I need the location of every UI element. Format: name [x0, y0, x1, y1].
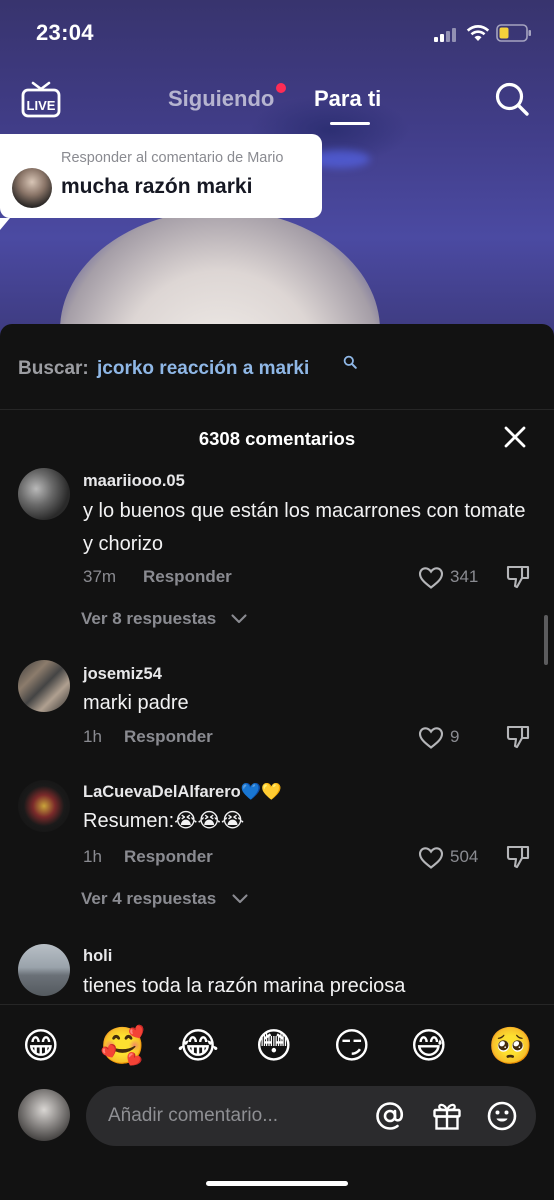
notification-dot: [276, 83, 287, 93]
comment-username[interactable]: josemiz54: [83, 665, 162, 684]
comment-text: Resumen:😭😭😭: [83, 810, 245, 832]
comment-username[interactable]: maariiooo.05: [83, 472, 185, 491]
like-count: 341: [450, 567, 479, 586]
emoji-button[interactable]: 😅: [410, 1023, 448, 1071]
avatar[interactable]: [18, 780, 70, 832]
reply-button[interactable]: Responder: [124, 847, 213, 867]
comment-text: y lo buenos que están los macarrones con…: [83, 500, 526, 555]
tab-for-you[interactable]: Para ti: [314, 86, 381, 112]
emoji-button[interactable]: 😂: [177, 1023, 219, 1071]
comment-input-placeholder: Añadir comentario...: [108, 1105, 279, 1126]
close-icon[interactable]: [502, 424, 528, 450]
like-count: 504: [450, 847, 479, 866]
scrollbar[interactable]: [544, 615, 548, 665]
at-mention-icon[interactable]: [374, 1100, 406, 1132]
comment-list[interactable]: maariiooo.05 y lo buenos que están los m…: [0, 464, 554, 1004]
avatar[interactable]: [18, 468, 70, 520]
emoji-button[interactable]: 🥺: [488, 1023, 533, 1071]
live-label: LIVE: [27, 98, 56, 113]
battery-icon: [496, 24, 531, 42]
search-icon: [343, 355, 357, 369]
home-indicator: [206, 1181, 348, 1186]
avatar: [12, 168, 52, 208]
view-replies-label: Ver 8 respuestas: [81, 609, 217, 628]
signal-icon: [434, 26, 460, 42]
reply-caption: Responder al comentario de Mario: [61, 150, 284, 166]
comment-item: LaCuevaDelAlfarero💙💛 Resumen:😭😭😭 1h Resp…: [0, 778, 554, 928]
comment-input[interactable]: Añadir comentario...: [86, 1086, 536, 1146]
tab-following[interactable]: Siguiendo: [168, 83, 287, 112]
avatar[interactable]: [18, 944, 70, 996]
top-nav: LIVE Siguiendo Para ti: [0, 74, 554, 130]
search-prefix: Buscar:: [18, 358, 89, 379]
emoji-button[interactable]: 😳: [255, 1023, 293, 1071]
reply-text: mucha razón marki: [61, 175, 253, 198]
emoji-picker-icon[interactable]: [486, 1100, 518, 1132]
view-replies-button[interactable]: Ver 8 respuestas: [81, 609, 216, 629]
reply-button[interactable]: Responder: [143, 567, 232, 587]
emoji-quick-bar: 😁 🥰 😂 😳 😏 😅 🥺: [0, 1023, 554, 1071]
avatar[interactable]: [18, 660, 70, 712]
dislike-icon[interactable]: [505, 844, 531, 870]
tab-for-you-label: Para ti: [314, 86, 382, 111]
status-bar: 23:04: [0, 0, 554, 66]
comment-text: marki padre: [83, 692, 189, 714]
wifi-icon: [466, 25, 490, 41]
gift-icon[interactable]: [431, 1100, 463, 1132]
tab-following-label: Siguiendo: [168, 86, 275, 111]
comment-item: josemiz54 marki padre 1h Responder 9: [0, 660, 554, 760]
reply-context-bubble[interactable]: Responder al comentario de Mario mucha r…: [0, 134, 322, 230]
dislike-icon[interactable]: [505, 724, 531, 750]
heart-icon[interactable]: [418, 726, 444, 750]
chevron-down-icon: [232, 894, 248, 904]
status-time: 23:04: [36, 20, 94, 45]
view-replies-label: Ver 4 respuestas: [81, 889, 217, 908]
search-icon[interactable]: [493, 80, 531, 118]
comment-username[interactable]: holi: [83, 947, 112, 966]
chevron-down-icon: [231, 614, 247, 624]
view-replies-button[interactable]: Ver 4 respuestas: [81, 889, 216, 909]
emoji-button[interactable]: 😏: [333, 1023, 371, 1071]
comment-text: tienes toda la razón marina preciosa: [83, 975, 406, 997]
comment-item: maariiooo.05 y lo buenos que están los m…: [0, 464, 554, 639]
comment-username[interactable]: LaCuevaDelAlfarero💙💛: [83, 783, 282, 802]
comment-composer: 😁 🥰 😂 😳 😏 😅 🥺 Añadir comentario...: [0, 1004, 554, 1200]
video-person: [60, 210, 380, 340]
live-icon[interactable]: LIVE: [20, 79, 62, 119]
related-search[interactable]: Buscar: jcorko reacción a marki: [0, 324, 554, 410]
comment-time: 37m: [83, 567, 117, 586]
comment-time: 1h: [83, 727, 102, 746]
comment-item: holi tienes toda la razón marina precios…: [0, 942, 554, 1004]
reply-button[interactable]: Responder: [124, 727, 213, 747]
dislike-icon[interactable]: [505, 564, 531, 590]
comment-count: 6308 comentarios: [198, 428, 356, 449]
active-tab-indicator: [330, 122, 370, 125]
search-query-link[interactable]: jcorko reacción a marki: [97, 358, 309, 380]
avatar: [18, 1089, 70, 1141]
heart-icon[interactable]: [418, 846, 444, 870]
comments-header: 6308 comentarios: [0, 410, 554, 464]
heart-icon[interactable]: [418, 566, 444, 590]
emoji-button[interactable]: 🥰: [100, 1023, 145, 1071]
emoji-button[interactable]: 😁: [22, 1023, 60, 1071]
comment-time: 1h: [83, 847, 102, 866]
like-count: 9: [450, 727, 460, 746]
